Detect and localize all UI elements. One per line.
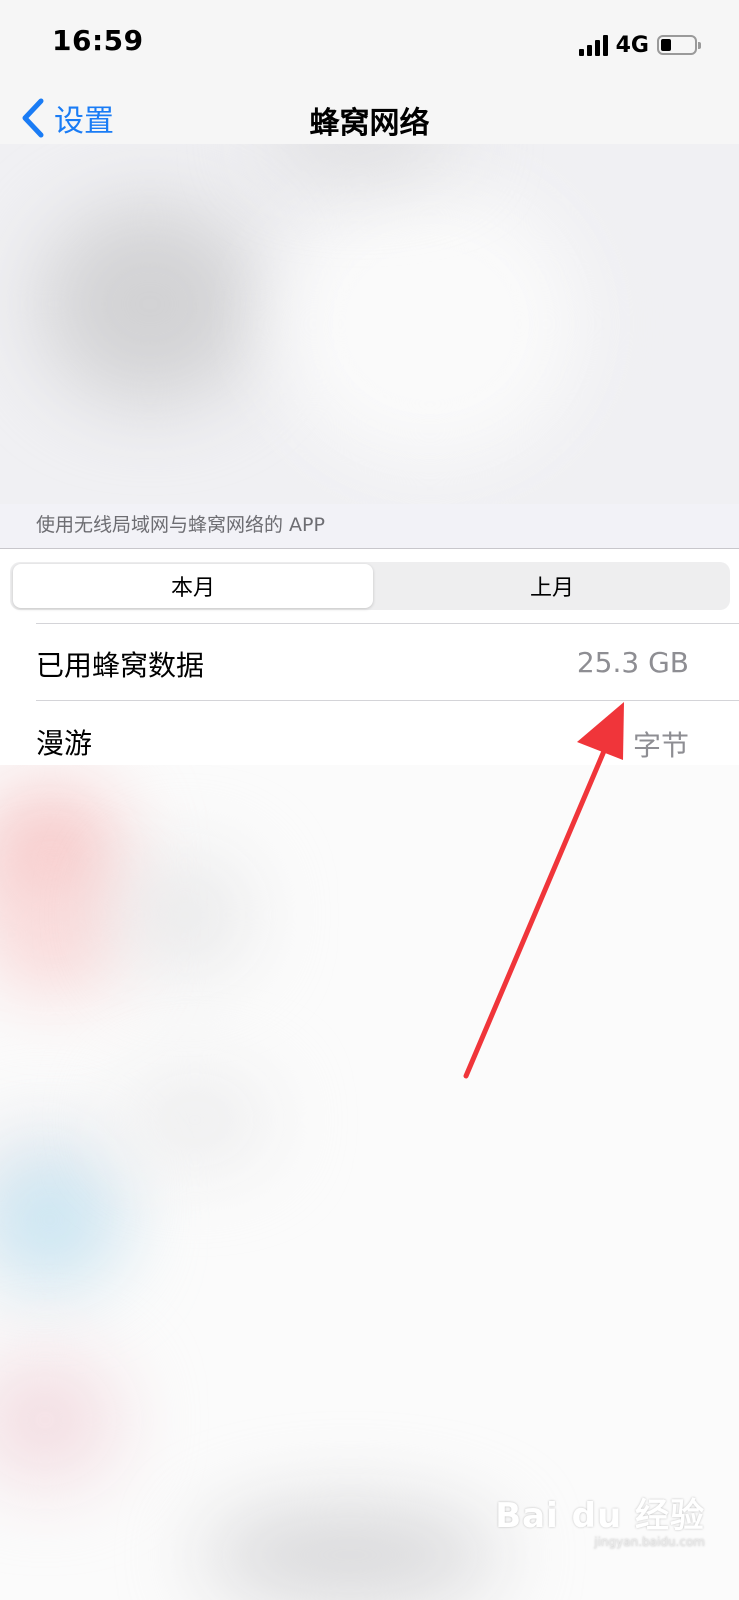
cellular-data-used-value: 25.3 GB [576, 646, 689, 679]
status-indicators: 4G [578, 30, 701, 60]
signal-bars-icon [578, 34, 608, 56]
row-divider [36, 623, 739, 624]
period-segmented-control: 本月 上月 [10, 562, 730, 610]
page-title: 蜂窝网络 [309, 106, 430, 141]
cellular-data-used-label: 已用蜂窝数据 [36, 649, 205, 682]
battery-icon [657, 35, 701, 55]
baidu-watermark: Bai du 经验 jingyan.baidu.com [495, 1488, 705, 1549]
navigation-bar: 设置 蜂窝网络 [0, 90, 739, 144]
watermark-logo-text: Bai du 经验 [495, 1496, 705, 1536]
blurred-lower-content [0, 765, 739, 1600]
apps-section-footer: 使用无线局域网与蜂窝网络的 APP [36, 514, 325, 536]
status-bar: 16:59 4G [0, 0, 739, 90]
status-time: 16:59 [52, 24, 144, 57]
network-type: 4G [615, 32, 649, 58]
roaming-value: 0 字节 [606, 729, 689, 762]
segment-this-month[interactable]: 本月 [13, 564, 373, 608]
segment-last-month[interactable]: 上月 [376, 564, 728, 608]
roaming-label: 漫游 [36, 727, 93, 760]
watermark-url: jingyan.baidu.com [594, 1535, 705, 1549]
row-divider [36, 700, 739, 701]
blurred-app-list [0, 144, 739, 504]
